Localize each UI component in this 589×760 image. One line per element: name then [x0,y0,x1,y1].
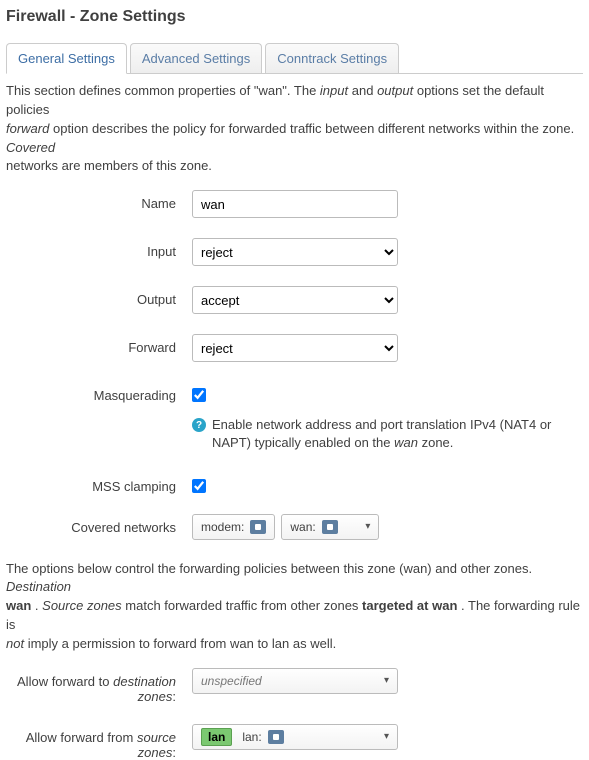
hint-zone-term: wan [394,435,418,450]
unspecified-placeholder: unspecified [201,674,262,688]
tab-general[interactable]: General Settings [6,43,127,74]
desc-forward-term: forward [6,121,49,136]
input-label: Input [6,238,192,259]
desc-output-term: output [377,83,413,98]
network-label: modem: [201,520,244,534]
desc-text: networks are members of this zone. [6,158,212,173]
hint-text-part: zone. [422,435,454,450]
desc-text: and [352,83,377,98]
desc-target-bold: targeted at wan [362,598,457,613]
forward-label: Forward [6,334,192,355]
label-text: Allow forward from [26,730,137,745]
ethernet-icon [250,520,266,534]
label-src-zones: source zones [137,730,176,760]
network-label: wan: [290,520,315,534]
forward-from-select[interactable]: lan lan: [192,724,398,750]
zone-badge-lan: lan [201,728,232,746]
desc-text: This section defines common properties o… [6,83,320,98]
ethernet-icon [268,730,284,744]
name-label: Name [6,190,192,211]
desc-text: match forwarded traffic from other zones [125,598,362,613]
mss-clamping-checkbox[interactable] [192,479,206,493]
forward-from-label: Allow forward from source zones: [6,724,192,760]
tab-conntrack[interactable]: Conntrack Settings [265,43,399,73]
forwarding-description: The options below control the forwarding… [6,560,583,654]
label-dest-zones: destination zones [113,674,176,704]
page-title: Firewall - Zone Settings [6,8,583,26]
hint-text: Enable network address and port translat… [212,416,583,452]
forward-select[interactable]: reject [192,334,398,362]
covered-networks-label: Covered networks [6,514,192,535]
zone-description: This section defines common properties o… [6,82,583,176]
zone-text: lan: [242,730,261,744]
masquerading-checkbox[interactable] [192,388,206,402]
desc-input-term: input [320,83,348,98]
input-select[interactable]: reject [192,238,398,266]
desc-text: option describes the policy for forwarde… [53,121,574,136]
forward-to-label: Allow forward to destination zones: [6,668,192,704]
tab-bar: General Settings Advanced Settings Connt… [6,42,583,74]
tab-advanced[interactable]: Advanced Settings [130,43,262,73]
covered-network-modem[interactable]: modem: [192,514,275,540]
desc-dest-term: Destination [6,579,71,594]
forward-to-select[interactable]: unspecified [192,668,398,694]
mss-clamping-label: MSS clamping [6,473,192,494]
masquerading-hint: ? Enable network address and port transl… [192,416,583,452]
output-label: Output [6,286,192,307]
desc-covered-term: Covered [6,140,55,155]
desc-text: imply a permission to forward from wan t… [28,636,337,651]
masquerading-label: Masquerading [6,382,192,403]
name-input[interactable] [192,190,398,218]
label-text: Allow forward to [17,674,113,689]
covered-network-wan[interactable]: wan: [281,514,379,540]
help-icon: ? [192,418,206,432]
desc-not-term: not [6,636,24,651]
output-select[interactable]: accept [192,286,398,314]
desc-src-term: Source zones [42,598,122,613]
desc-wan-bold: wan [6,598,31,613]
ethernet-icon [322,520,338,534]
desc-text: The options below control the forwarding… [6,561,532,576]
hint-text-part: Enable network address and port translat… [212,417,551,450]
